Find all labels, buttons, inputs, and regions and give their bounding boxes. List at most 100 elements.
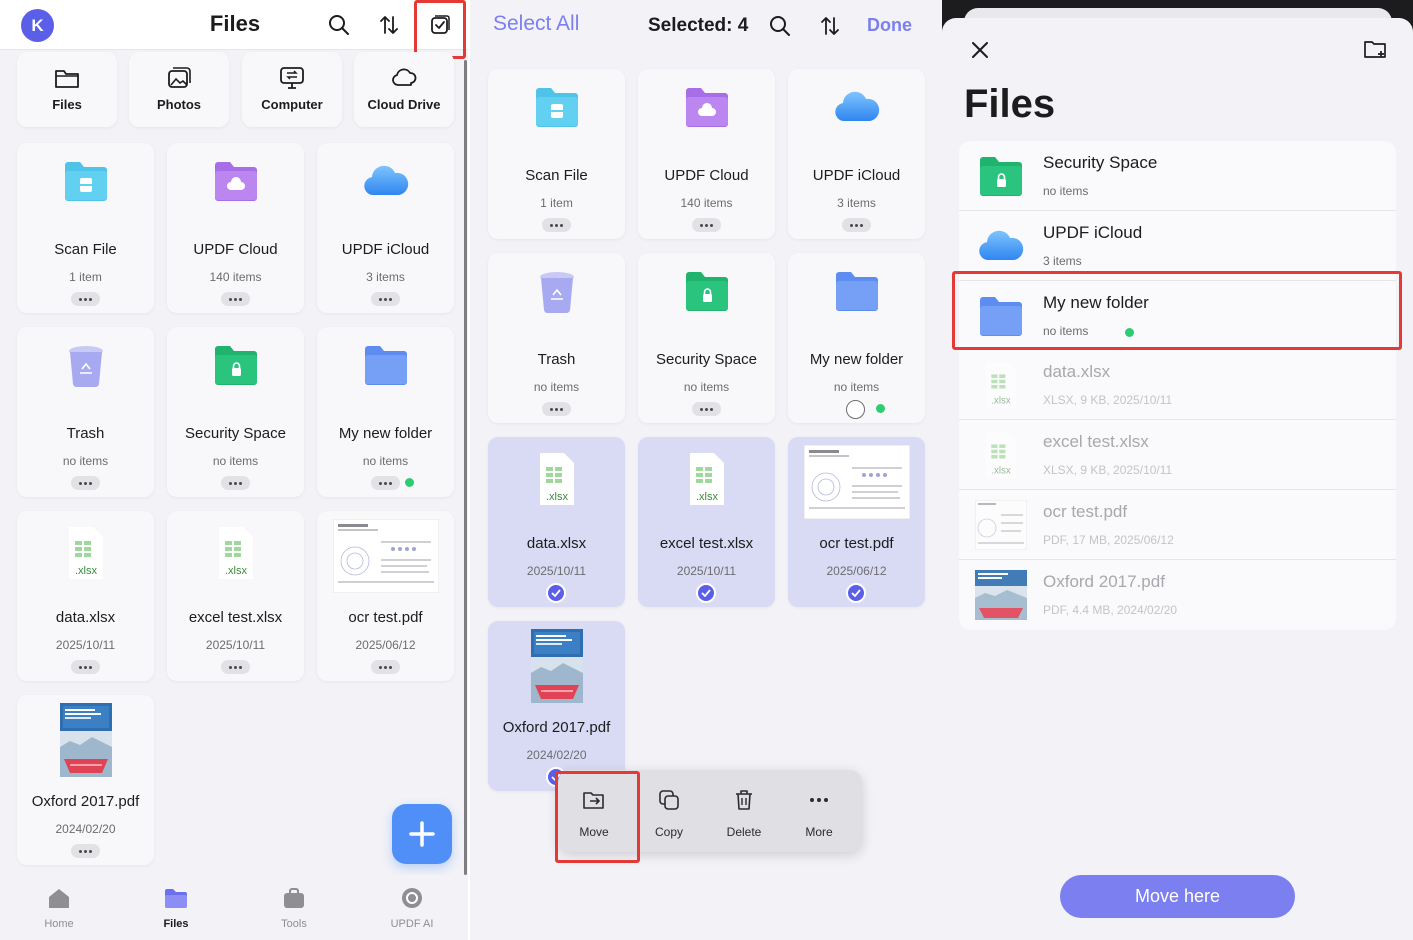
file-meta: no items [533,380,580,394]
file-meta: 2025/10/11 [55,638,116,652]
list-item-ocr-test-pdf: ocr test.pdf PDF, 17 MB, 2025/06/12 [959,490,1396,560]
selected-checkmark[interactable] [846,583,866,603]
sort-icon[interactable] [816,12,844,40]
list-item-security-space[interactable]: Security Space no items [959,141,1396,211]
copy-button[interactable]: Copy [639,788,699,839]
item-meta: XLSX, 9 KB, 2025/10/11 [1043,463,1173,478]
pdf-thumbnail-icon [975,569,1027,620]
file-meta: 2025/10/11 [676,564,737,578]
more-button[interactable]: More [789,788,849,839]
file-card-scan-file[interactable]: Scan File 1 item [17,143,154,313]
file-card-oxford-pdf[interactable]: Oxford 2017.pdf 2024/02/20 [488,621,625,791]
move-destination-sheet: Files Security Space no items UPDF iClou… [942,0,1413,940]
delete-button[interactable]: Delete [714,788,774,839]
tab-updf-ai[interactable]: UPDF AI [372,887,452,930]
file-card-my-new-folder[interactable]: My new folder no items [788,253,925,423]
file-name: data.xlsx [55,609,116,626]
select-all-button[interactable]: Select All [493,12,579,36]
more-options-button[interactable] [71,660,100,674]
file-meta: 3 items [366,270,405,284]
tab-tools[interactable]: Tools [254,887,334,930]
destination-list: Security Space no items UPDF iCloud 3 it… [959,141,1396,630]
pdf-thumbnail-icon [975,499,1027,550]
pdf-thumbnail-icon [803,445,910,519]
folder-icon [833,269,881,313]
file-meta: 2025/06/12 [826,564,887,578]
plus-icon [409,821,435,847]
file-card-trash[interactable]: Trash no items [488,253,625,423]
category-label: Computer [261,97,323,112]
more-options-button[interactable] [371,292,400,306]
file-name: Trash [537,351,576,368]
xlsx-extension-label: .xlsx [991,466,1011,477]
more-options-button[interactable] [71,292,100,306]
item-meta: PDF, 17 MB, 2025/06/12 [1043,532,1174,547]
file-card-updf-cloud[interactable]: UPDF Cloud 140 items [638,69,775,239]
more-options-button[interactable] [221,476,250,490]
file-card-excel-test-xlsx[interactable]: .xlsx excel test.xlsx 2025/10/11 [638,437,775,607]
security-folder-icon [975,153,1027,199]
more-options-button[interactable] [71,844,100,858]
new-folder-icon[interactable] [1362,36,1388,62]
file-name: UPDF Cloud [664,167,749,184]
item-meta: PDF, 4.4 MB, 2024/02/20 [1043,602,1178,617]
more-options-button[interactable] [542,402,571,416]
more-options-button[interactable] [371,660,400,674]
more-options-button[interactable] [71,476,100,490]
file-card-security-space[interactable]: Security Space no items [638,253,775,423]
more-options-button[interactable] [692,402,721,416]
file-card-scan-file[interactable]: Scan File 1 item [488,69,625,239]
sort-icon[interactable] [375,11,403,39]
file-card-data-xlsx[interactable]: .xlsx data.xlsx 2025/10/11 [488,437,625,607]
file-card-my-new-folder[interactable]: My new folder no items [317,327,454,497]
done-button[interactable]: Done [867,15,912,36]
file-name: UPDF iCloud [812,167,901,184]
file-card-excel-test-xlsx[interactable]: .xlsx excel test.xlsx 2025/10/11 [167,511,304,681]
category-computer[interactable]: Computer [242,52,342,127]
file-name: Scan File [525,167,588,184]
more-options-button[interactable] [371,476,400,490]
more-options-button[interactable] [692,218,721,232]
list-item-oxford-pdf: Oxford 2017.pdf PDF, 4.4 MB, 2024/02/20 [959,560,1396,630]
home-icon [49,889,69,908]
xlsx-extension-label: .xlsx [991,396,1011,407]
file-card-ocr-test-pdf[interactable]: ocr test.pdf 2025/06/12 [788,437,925,607]
file-card-trash[interactable]: Trash no items [17,327,154,497]
file-meta: 140 items [680,196,733,210]
add-button[interactable] [392,804,452,864]
tab-files[interactable]: Files [136,887,216,930]
file-name: ocr test.pdf [348,609,423,626]
file-card-updf-icloud[interactable]: UPDF iCloud 3 items [788,69,925,239]
search-icon[interactable] [325,11,353,39]
category-files[interactable]: Files [17,52,117,127]
unselected-checkbox[interactable] [846,400,865,419]
list-item-data-xlsx: .xlsx data.xlsx XLSX, 9 KB, 2025/10/11 [959,350,1396,421]
page-title: Files [209,11,261,36]
category-cloud-drive[interactable]: Cloud Drive [354,52,454,127]
tab-label: UPDF AI [390,918,434,930]
icloud-icon [361,159,411,203]
xlsx-extension-label: .xlsx [75,565,98,577]
tab-home[interactable]: Home [19,887,99,930]
file-card-oxford-pdf[interactable]: Oxford 2017.pdf 2024/02/20 [17,695,154,865]
file-card-updf-icloud[interactable]: UPDF iCloud 3 items [317,143,454,313]
selected-checkmark[interactable] [696,583,716,603]
computer-icon [280,67,304,89]
file-name: My new folder [338,425,433,442]
file-meta: 140 items [209,270,262,284]
close-icon[interactable] [968,38,992,62]
file-card-updf-cloud[interactable]: UPDF Cloud 140 items [167,143,304,313]
more-options-button[interactable] [221,292,250,306]
updf-cloud-folder-icon [683,85,731,129]
selected-checkmark[interactable] [546,583,566,603]
file-card-ocr-test-pdf[interactable]: ocr test.pdf 2025/06/12 [317,511,454,681]
file-card-data-xlsx[interactable]: .xlsx data.xlsx 2025/10/11 [17,511,154,681]
category-photos[interactable]: Photos [129,52,229,127]
search-icon[interactable] [766,12,794,40]
move-here-button[interactable]: Move here [1060,875,1295,918]
avatar[interactable]: K [21,9,54,42]
more-options-button[interactable] [221,660,250,674]
more-options-button[interactable] [842,218,871,232]
file-card-security-space[interactable]: Security Space no items [167,327,304,497]
more-options-button[interactable] [542,218,571,232]
